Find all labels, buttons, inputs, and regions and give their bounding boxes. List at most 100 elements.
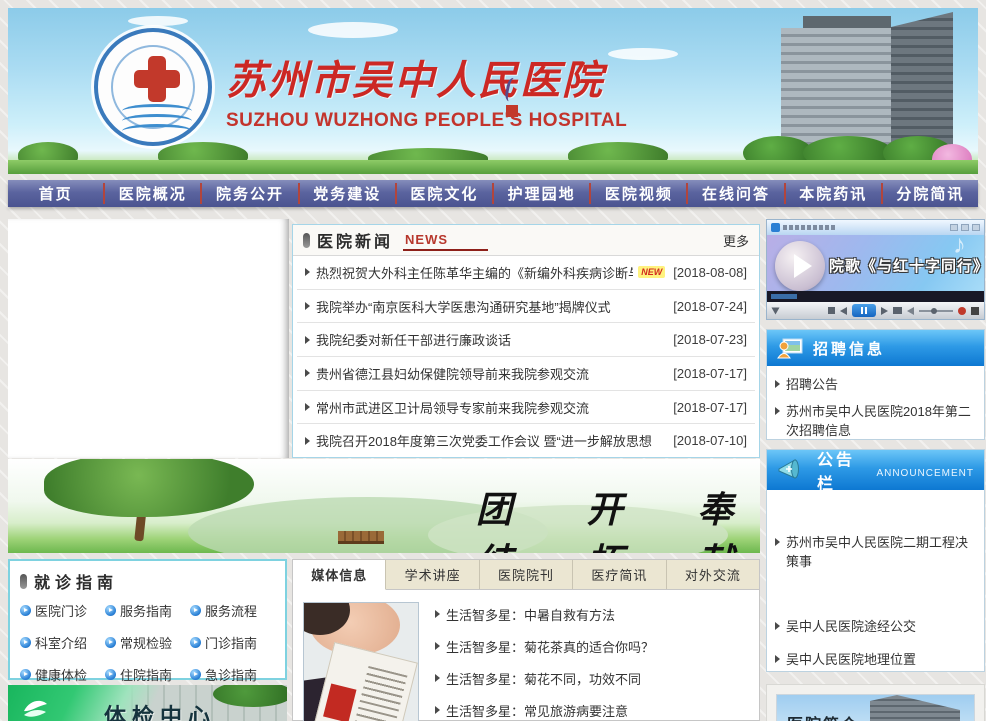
media-link[interactable]: 生活智多星：菊花茶真的适合你吗？ — [435, 630, 751, 662]
guide-link-emergency-guide[interactable]: 急诊指南 — [190, 665, 275, 684]
player-logo-icon — [771, 223, 780, 232]
guide-link-service-guide[interactable]: 服务指南 — [105, 601, 190, 620]
nav-item-affairs[interactable]: 院务公开 — [202, 180, 297, 207]
media-link[interactable]: 生活智多星：中暑自救有方法 — [435, 598, 751, 630]
site-header: 苏州市吴中人民医院 SUZHOU WUZHONG PEOPLE'S HOSPIT… — [8, 8, 978, 174]
triangle-bullet-icon — [435, 674, 440, 682]
news-link[interactable]: 我院举办“南京医科大学医患沟通研究基地”揭牌仪式 — [316, 297, 611, 316]
nav-item-nursing[interactable]: 护理园地 — [494, 180, 589, 207]
record-button[interactable] — [958, 307, 966, 315]
news-link[interactable]: 热烈祝贺大外科主任陈革华主编的《新编外科疾病诊断与治 — [316, 263, 633, 282]
pause-button[interactable] — [852, 304, 876, 317]
triangle-bullet-icon — [305, 336, 310, 344]
news-title-en: NEWS — [403, 230, 488, 251]
announcement-link[interactable]: 苏州市吴中人民医院二期工程决策事 — [775, 534, 976, 572]
news-date: [2018-08-08] — [665, 265, 747, 280]
main-nav: 首页 医院概况 院务公开 党务建设 医院文化 护理园地 医院视频 在线问答 本院… — [8, 180, 978, 207]
guide-link-service-flow[interactable]: 服务流程 — [190, 601, 275, 620]
volume-slider[interactable] — [919, 310, 953, 312]
recruitment-link[interactable]: 苏州市吴中人民医院2018年第二次招聘信息 — [775, 403, 976, 441]
guide-link-routine-tests[interactable]: 常规检验 — [105, 633, 190, 652]
news-date: [2018-07-10] — [665, 433, 747, 448]
playlist-button[interactable] — [893, 307, 902, 314]
tab-journal[interactable]: 医院院刊 — [480, 560, 573, 589]
orb-arrow-icon — [20, 637, 31, 648]
video-player: ♪ ♫ 院歌《与红十字同行》 — [766, 219, 985, 320]
megaphone-icon — [777, 457, 807, 483]
news-link[interactable]: 贵州省德江县妇幼保健院领导前来我院参观交流 — [316, 364, 589, 383]
guide-link-health-checkup[interactable]: 健康体检 — [20, 665, 105, 684]
nav-item-video[interactable]: 医院视频 — [591, 180, 686, 207]
play-icon — [794, 254, 812, 278]
news-item: 贵州省德江县妇幼保健院领导前来我院参观交流 [2018-07-17] — [297, 357, 755, 391]
slideshow-area[interactable] — [8, 219, 289, 458]
guide-link-outpatient[interactable]: 医院门诊 — [20, 601, 105, 620]
player-title-text — [783, 225, 835, 230]
triangle-bullet-icon — [305, 369, 310, 377]
media-link[interactable]: 生活智多星：常见旅游病要注意 — [435, 694, 751, 721]
next-button[interactable] — [881, 307, 888, 315]
triangle-bullet-icon — [305, 437, 310, 445]
checkup-title: 体检中心 — [104, 699, 216, 721]
stop-button[interactable] — [828, 307, 835, 314]
nav-item-branch[interactable]: 分院简讯 — [883, 180, 978, 207]
minimize-button[interactable] — [950, 224, 958, 231]
tab-bar: 媒体信息 学术讲座 医院院刊 医疗简讯 对外交流 — [293, 560, 759, 590]
menu-arrow-icon[interactable] — [772, 307, 780, 314]
news-list: 热烈祝贺大外科主任陈革华主编的《新编外科疾病诊断与治 NEW [2018-08-… — [293, 256, 759, 457]
leaf-swirl-icon — [20, 695, 50, 721]
nav-item-pharmacy[interactable]: 本院药讯 — [786, 180, 881, 207]
hospital-intro-panel[interactable]: 医院简介 — [766, 684, 985, 721]
news-item: 常州市武进区卫计局领导专家前来我院参观交流 [2018-07-17] — [297, 391, 755, 425]
tab-exchange[interactable]: 对外交流 — [667, 560, 759, 589]
guide-header: 就诊指南 — [20, 569, 275, 593]
news-link[interactable]: 常州市武进区卫计局领导专家前来我院参观交流 — [316, 398, 589, 417]
tab-medical-briefs[interactable]: 医疗简讯 — [573, 560, 666, 589]
announcement-link[interactable]: 吴中人民医院地理位置 — [775, 651, 976, 670]
cloud-decoration — [128, 16, 188, 26]
recruitment-link[interactable]: 招聘公告 — [775, 376, 976, 395]
nav-item-home[interactable]: 首页 — [8, 180, 103, 207]
bench-decoration — [338, 531, 384, 544]
player-seek-bar[interactable] — [767, 291, 984, 302]
nav-item-party[interactable]: 党务建设 — [300, 180, 395, 207]
hospital-name-en: SUZHOU WUZHONG PEOPLE'S HOSPITAL — [226, 110, 646, 132]
hospital-building-image — [743, 8, 978, 174]
volume-icon[interactable] — [907, 307, 914, 315]
nav-item-qa[interactable]: 在线问答 — [688, 180, 783, 207]
guide-link-outpatient-guide[interactable]: 门诊指南 — [190, 633, 275, 652]
motto-word: 奉献 — [697, 481, 760, 553]
intro-title: 医院简介 — [787, 711, 859, 721]
news-more-link[interactable]: 更多 — [723, 231, 749, 250]
news-title: 医院新闻 — [317, 228, 393, 252]
settings-button[interactable] — [971, 307, 979, 315]
guide-links: 医院门诊 服务指南 服务流程 科室介绍 常规检验 门诊指南 健康体检 住院指南 … — [20, 601, 275, 684]
announcement-link[interactable]: 吴中人民医院途经公交 — [775, 618, 976, 637]
checkup-center-banner[interactable]: 体检中心 — [8, 685, 287, 721]
play-button[interactable] — [775, 241, 825, 291]
tab-lectures[interactable]: 学术讲座 — [386, 560, 479, 589]
cloud-decoration — [308, 22, 398, 38]
media-photo — [303, 602, 419, 721]
news-link[interactable]: 我院纪委对新任干部进行廉政谈话 — [316, 330, 511, 349]
nav-item-culture[interactable]: 医院文化 — [397, 180, 492, 207]
triangle-bullet-icon — [305, 302, 310, 310]
tab-media-info[interactable]: 媒体信息 — [293, 560, 386, 590]
nav-item-overview[interactable]: 医院概况 — [105, 180, 200, 207]
tab-content: 生活智多星：中暑自救有方法 生活智多星：菊花茶真的适合你吗？ 生活智多星：菊花不… — [293, 590, 759, 720]
guide-link-departments[interactable]: 科室介绍 — [20, 633, 105, 652]
maximize-button[interactable] — [961, 224, 969, 231]
announcement-header: 公告栏 ANNOUNCEMENT — [767, 450, 984, 490]
guide-title: 就诊指南 — [34, 569, 118, 593]
recruitment-header: 招聘信息 — [767, 330, 984, 366]
orb-arrow-icon — [20, 669, 31, 680]
previous-button[interactable] — [840, 307, 847, 315]
triangle-bullet-icon — [435, 610, 440, 618]
player-titlebar — [767, 220, 984, 235]
announcement-list: 苏州市吴中人民医院二期工程决策事 吴中人民医院途经公交 吴中人民医院地理位置 — [767, 490, 984, 687]
media-link[interactable]: 生活智多星：菊花不同，功效不同 — [435, 662, 751, 694]
close-button[interactable] — [972, 224, 980, 231]
orb-arrow-icon — [190, 605, 201, 616]
guide-link-inpatient-guide[interactable]: 住院指南 — [105, 665, 190, 684]
news-link[interactable]: 我院召开2018年度第三次党委工作会议 暨“进一步解放思想 — [316, 431, 652, 450]
